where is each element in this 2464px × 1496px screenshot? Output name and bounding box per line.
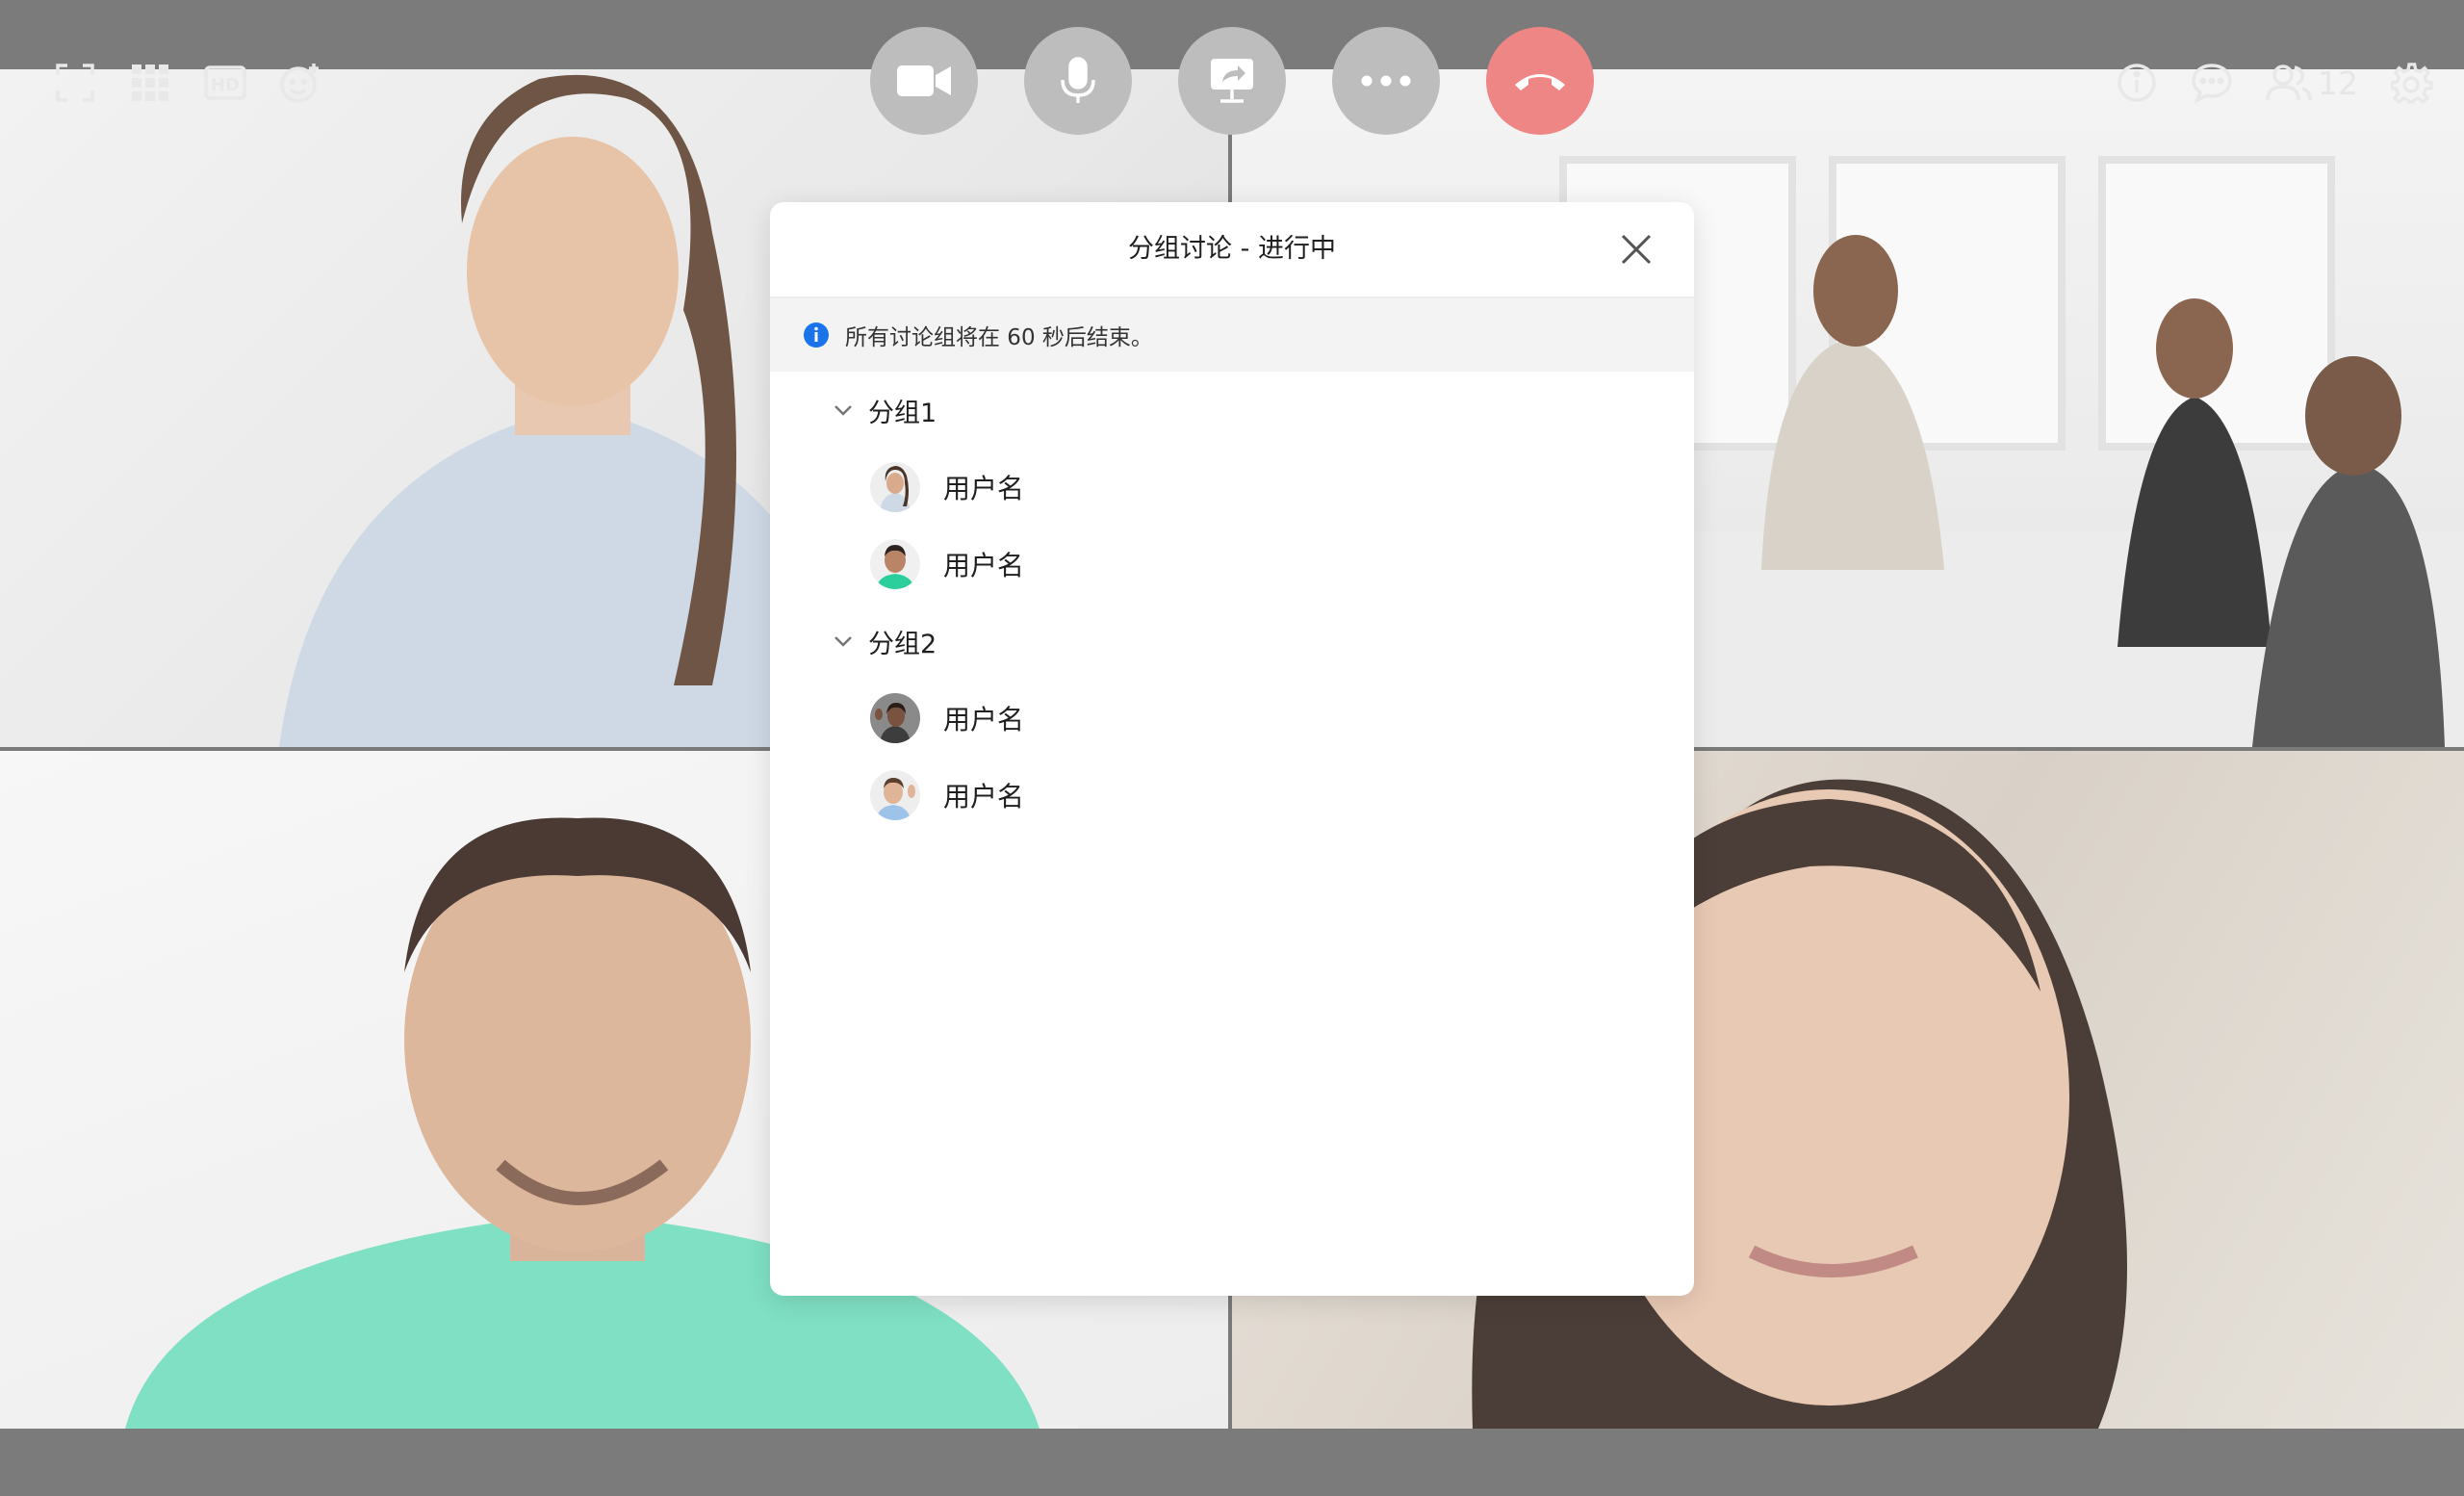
close-icon [1621,234,1652,265]
member-row[interactable]: 用户名 [770,757,1694,834]
bottom-bar [0,1429,2464,1496]
info-circle-icon [804,322,829,348]
share-screen-icon [1211,59,1253,103]
more-button[interactable] [1332,27,1440,135]
member-name: 用户名 [943,473,1025,504]
left-toolbar: HD [54,62,321,104]
right-toolbar: 12 [2116,62,2433,104]
group-label: 分组2 [868,629,937,659]
member-row[interactable]: 用户名 [770,449,1694,526]
participants-button[interactable]: 12 [2266,64,2358,102]
chat-icon[interactable] [2191,62,2233,104]
chevron-down-icon [834,636,852,647]
close-button[interactable] [1617,230,1656,269]
notice-text: 所有讨论组将在 60 秒后结束。 [845,325,1153,350]
camera-button[interactable] [870,27,978,135]
participants-icon [2266,64,2312,101]
hang-up-button[interactable] [1486,27,1594,135]
woman-avatar [870,462,920,512]
man-green-shirt-avatar [870,539,920,589]
chevron-down-icon [834,405,852,416]
dialog-header: 分组讨论 - 进行中 [770,202,1694,298]
group-header-2[interactable]: 分组2 [770,603,1694,680]
woman-waving-avatar [870,693,920,743]
microphone-icon [1061,57,1095,103]
hang-up-icon [1515,74,1565,90]
microphone-button[interactable] [1024,27,1132,135]
info-icon[interactable] [2116,62,2158,104]
member-row[interactable]: 用户名 [770,526,1694,603]
breakout-dialog: 分组讨论 - 进行中 所有讨论组将在 60 秒后结束。 分组1 用户名 用户名 … [770,202,1694,1296]
group-label: 分组1 [868,398,937,428]
settings-icon[interactable] [2391,62,2433,104]
group-header-1[interactable]: 分组1 [770,372,1694,449]
member-row[interactable]: 用户名 [770,680,1694,757]
member-name: 用户名 [943,704,1025,735]
fullscreen-icon[interactable] [54,62,96,104]
dialog-title: 分组讨论 - 进行中 [1128,234,1336,264]
notice-banner: 所有讨论组将在 60 秒后结束。 [770,298,1694,372]
group-list: 分组1 用户名 用户名 分组2 用户名 用户名 [770,372,1694,834]
share-screen-button[interactable] [1178,27,1286,135]
grid-view-icon[interactable] [129,62,171,104]
emoji-add-icon[interactable] [279,62,321,104]
more-icon [1361,75,1411,87]
call-controls [870,27,1594,135]
hd-icon[interactable]: HD [204,62,246,104]
man-waving-avatar [870,770,920,820]
member-name: 用户名 [943,550,1025,581]
member-name: 用户名 [943,781,1025,812]
camera-icon [897,65,951,96]
hd-label: HD [211,75,240,95]
participants-count: 12 [2318,64,2358,102]
